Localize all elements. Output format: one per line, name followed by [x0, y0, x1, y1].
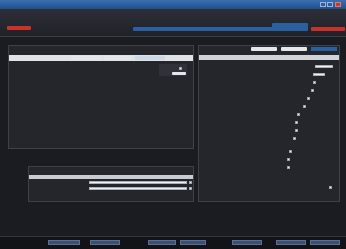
right-field-4-label — [285, 89, 309, 92]
right-field-9-label — [269, 129, 293, 132]
right-footer-checkbox[interactable] — [329, 186, 332, 189]
right-field-2-label — [283, 73, 311, 76]
lower-row-1-field[interactable] — [89, 181, 187, 184]
bottom-button-4[interactable] — [180, 240, 206, 245]
right-field-3-label — [285, 81, 311, 84]
alert-button[interactable] — [311, 27, 345, 31]
lower-panel — [28, 166, 194, 202]
close-icon[interactable] — [335, 2, 341, 7]
left-status-label — [19, 142, 39, 145]
minimize-icon[interactable] — [320, 2, 326, 7]
right-field-8-checkbox[interactable] — [295, 121, 298, 124]
left-panel — [8, 45, 194, 149]
window-titlebar — [0, 0, 346, 9]
lower-panel-title — [31, 168, 191, 173]
right-panel — [198, 45, 340, 202]
right-field-12-checkbox[interactable] — [287, 158, 290, 161]
right-field-7-checkbox[interactable] — [297, 113, 300, 116]
bottom-button-6[interactable] — [276, 240, 306, 245]
bottom-toolbar — [0, 236, 346, 249]
nav-tab-5[interactable] — [272, 23, 308, 31]
right-field-7-label — [271, 113, 295, 116]
right-field-13-label — [261, 166, 285, 169]
right-field-13-checkbox[interactable] — [287, 166, 290, 169]
lower-panel-header-row — [29, 175, 193, 179]
right-field-2[interactable] — [313, 73, 325, 76]
right-field-3-checkbox[interactable] — [313, 81, 316, 84]
right-field-10-checkbox[interactable] — [293, 137, 296, 140]
app-header — [0, 9, 346, 37]
right-field-6-label — [273, 105, 301, 108]
maximize-icon[interactable] — [327, 2, 333, 7]
nav-tab-3[interactable] — [191, 27, 231, 31]
nav-tab-2[interactable] — [160, 27, 194, 31]
right-field-1-label — [279, 65, 313, 68]
right-field-10-label — [267, 137, 291, 140]
bottom-button-2[interactable] — [90, 240, 120, 245]
left-panel-toolbar — [9, 55, 193, 61]
lower-row-2-checkbox[interactable] — [189, 187, 192, 190]
left-tab-3[interactable] — [135, 56, 165, 60]
right-field-5-label — [279, 97, 305, 100]
right-field-11-checkbox[interactable] — [289, 150, 292, 153]
right-panel-toolbar — [199, 55, 339, 60]
left-tab-1[interactable] — [71, 56, 101, 60]
left-action-label — [161, 67, 171, 70]
right-field-4-checkbox[interactable] — [311, 89, 314, 92]
lower-row-2-field[interactable] — [89, 187, 187, 190]
right-field-8-label — [269, 121, 293, 124]
left-tab-2[interactable] — [104, 56, 132, 60]
bottom-button-5[interactable] — [232, 240, 262, 245]
left-action-button[interactable] — [172, 72, 186, 75]
right-field-12-label — [261, 158, 285, 161]
bottom-button-1[interactable] — [48, 240, 80, 245]
right-field-9-checkbox[interactable] — [295, 129, 298, 132]
right-title-accent — [311, 47, 337, 51]
right-title-button-2[interactable] — [281, 47, 307, 51]
right-footer-label — [285, 186, 325, 189]
right-title-button-1[interactable] — [251, 47, 277, 51]
lower-row-1-checkbox[interactable] — [189, 181, 192, 184]
right-field-6-checkbox[interactable] — [303, 105, 306, 108]
left-panel-title — [11, 47, 191, 52]
right-field-11-label — [259, 150, 287, 153]
right-field-5-checkbox[interactable] — [307, 97, 310, 100]
lower-row-1-label — [33, 181, 59, 184]
left-action-checkbox[interactable] — [179, 67, 182, 70]
bottom-button-7[interactable] — [310, 240, 340, 245]
lower-row-2-label — [33, 187, 59, 190]
bottom-button-3[interactable] — [148, 240, 176, 245]
right-field-1[interactable] — [315, 65, 333, 68]
app-logo — [7, 26, 31, 30]
nav-tab-4[interactable] — [228, 27, 274, 31]
